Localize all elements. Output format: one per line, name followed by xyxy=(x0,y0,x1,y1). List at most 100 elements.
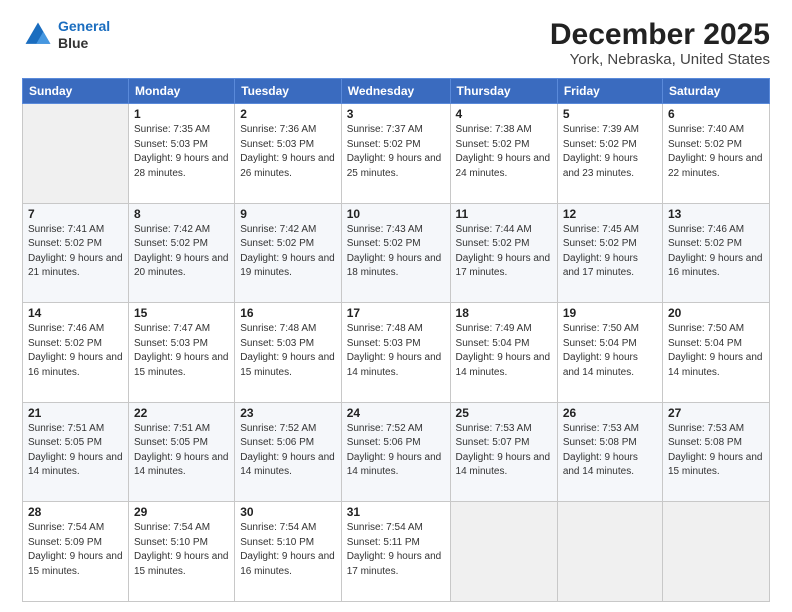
title-block: December 2025 York, Nebraska, United Sta… xyxy=(550,18,770,68)
calendar-cell xyxy=(662,502,769,602)
day-info: Sunrise: 7:39 AMSunset: 5:02 PMDaylight:… xyxy=(563,123,657,181)
day-number: 7 xyxy=(28,207,123,221)
day-number: 9 xyxy=(240,207,336,221)
day-number: 4 xyxy=(456,107,552,121)
calendar-cell: 13 Sunrise: 7:46 AMSunset: 5:02 PMDayligh… xyxy=(662,203,769,303)
calendar-cell: 30 Sunrise: 7:54 AMSunset: 5:10 PMDayligh… xyxy=(235,502,342,602)
day-header-thursday: Thursday xyxy=(450,79,557,104)
calendar-cell: 20Sunrise: 7:50 AMSunset: 5:04 PMDayligh… xyxy=(662,303,769,403)
day-number: 6 xyxy=(668,107,764,121)
day-info: Sunrise: 7:53 AMSunset: 5:08 PMDaylight:… xyxy=(563,422,657,480)
day-header-wednesday: Wednesday xyxy=(341,79,450,104)
day-info: Sunrise: 7:38 AMSunset: 5:02 PMDaylight:… xyxy=(456,123,552,181)
day-number: 25 xyxy=(456,406,552,420)
day-info: Sunrise: 7:47 AMSunset: 5:03 PMDaylight:… xyxy=(134,322,229,380)
day-info: Sunrise: 7:35 AMSunset: 5:03 PMDaylight:… xyxy=(134,123,229,181)
calendar-cell: 12 Sunrise: 7:45 AMSunset: 5:02 PMDayligh… xyxy=(557,203,662,303)
day-info: Sunrise: 7:49 AMSunset: 5:04 PMDaylight:… xyxy=(456,322,552,380)
day-number: 1 xyxy=(134,107,229,121)
day-number: 15 xyxy=(134,306,229,320)
day-info: Sunrise: 7:54 AMSunset: 5:10 PMDaylight:… xyxy=(134,521,229,579)
day-info: Sunrise: 7:37 AMSunset: 5:02 PMDaylight:… xyxy=(347,123,445,181)
logo-icon xyxy=(22,19,54,51)
week-row-2: 7 Sunrise: 7:41 AMSunset: 5:02 PMDaylight… xyxy=(23,203,770,303)
day-info: Sunrise: 7:48 AMSunset: 5:03 PMDaylight:… xyxy=(240,322,336,380)
calendar: SundayMondayTuesdayWednesdayThursdayFrid… xyxy=(22,78,770,602)
header: General Blue December 2025 York, Nebrask… xyxy=(22,18,770,68)
week-row-5: 28Sunrise: 7:54 AMSunset: 5:09 PMDayligh… xyxy=(23,502,770,602)
calendar-cell xyxy=(557,502,662,602)
day-number: 10 xyxy=(347,207,445,221)
calendar-cell: 11Sunrise: 7:44 AMSunset: 5:02 PMDayligh… xyxy=(450,203,557,303)
day-info: Sunrise: 7:50 AMSunset: 5:04 PMDaylight:… xyxy=(563,322,657,380)
day-info: Sunrise: 7:52 AMSunset: 5:06 PMDaylight:… xyxy=(240,422,336,480)
calendar-cell: 7 Sunrise: 7:41 AMSunset: 5:02 PMDaylight… xyxy=(23,203,129,303)
calendar-cell: 18Sunrise: 7:49 AMSunset: 5:04 PMDayligh… xyxy=(450,303,557,403)
day-number: 21 xyxy=(28,406,123,420)
calendar-cell: 10 Sunrise: 7:43 AMSunset: 5:02 PMDayligh… xyxy=(341,203,450,303)
day-info: Sunrise: 7:48 AMSunset: 5:03 PMDaylight:… xyxy=(347,322,445,380)
week-row-3: 14 Sunrise: 7:46 AMSunset: 5:02 PMDayligh… xyxy=(23,303,770,403)
day-number: 31 xyxy=(347,505,445,519)
day-info: Sunrise: 7:40 AMSunset: 5:02 PMDaylight:… xyxy=(668,123,764,181)
day-number: 16 xyxy=(240,306,336,320)
calendar-cell: 17Sunrise: 7:48 AMSunset: 5:03 PMDayligh… xyxy=(341,303,450,403)
day-number: 28 xyxy=(28,505,123,519)
calendar-cell: 14 Sunrise: 7:46 AMSunset: 5:02 PMDayligh… xyxy=(23,303,129,403)
day-info: Sunrise: 7:53 AMSunset: 5:07 PMDaylight:… xyxy=(456,422,552,480)
day-number: 20 xyxy=(668,306,764,320)
day-number: 19 xyxy=(563,306,657,320)
calendar-cell: 9Sunrise: 7:42 AMSunset: 5:02 PMDaylight… xyxy=(235,203,342,303)
day-info: Sunrise: 7:46 AMSunset: 5:02 PMDaylight:… xyxy=(28,322,123,380)
calendar-cell: 26 Sunrise: 7:53 AMSunset: 5:08 PMDayligh… xyxy=(557,402,662,502)
calendar-cell: 1 Sunrise: 7:35 AMSunset: 5:03 PMDaylight… xyxy=(128,104,234,204)
calendar-cell: 29 Sunrise: 7:54 AMSunset: 5:10 PMDayligh… xyxy=(128,502,234,602)
day-info: Sunrise: 7:41 AMSunset: 5:02 PMDaylight:… xyxy=(28,223,123,281)
day-info: Sunrise: 7:52 AMSunset: 5:06 PMDaylight:… xyxy=(347,422,445,480)
day-info: Sunrise: 7:42 AMSunset: 5:02 PMDaylight:… xyxy=(134,223,229,281)
calendar-cell: 24 Sunrise: 7:52 AMSunset: 5:06 PMDayligh… xyxy=(341,402,450,502)
day-info: Sunrise: 7:51 AMSunset: 5:05 PMDaylight:… xyxy=(28,422,123,480)
calendar-cell xyxy=(23,104,129,204)
day-header-sunday: Sunday xyxy=(23,79,129,104)
calendar-cell xyxy=(450,502,557,602)
calendar-cell: 8 Sunrise: 7:42 AMSunset: 5:02 PMDaylight… xyxy=(128,203,234,303)
calendar-header-row: SundayMondayTuesdayWednesdayThursdayFrid… xyxy=(23,79,770,104)
day-info: Sunrise: 7:54 AMSunset: 5:11 PMDaylight:… xyxy=(347,521,445,579)
day-number: 24 xyxy=(347,406,445,420)
day-info: Sunrise: 7:53 AMSunset: 5:08 PMDaylight:… xyxy=(668,422,764,480)
day-number: 29 xyxy=(134,505,229,519)
day-number: 30 xyxy=(240,505,336,519)
subtitle: York, Nebraska, United States xyxy=(550,51,770,68)
day-header-monday: Monday xyxy=(128,79,234,104)
day-info: Sunrise: 7:45 AMSunset: 5:02 PMDaylight:… xyxy=(563,223,657,281)
main-title: December 2025 xyxy=(550,18,770,51)
day-info: Sunrise: 7:44 AMSunset: 5:02 PMDaylight:… xyxy=(456,223,552,281)
calendar-cell: 5Sunrise: 7:39 AMSunset: 5:02 PMDaylight… xyxy=(557,104,662,204)
calendar-cell: 19 Sunrise: 7:50 AMSunset: 5:04 PMDayligh… xyxy=(557,303,662,403)
day-number: 13 xyxy=(668,207,764,221)
logo-text: General Blue xyxy=(58,18,110,52)
day-number: 26 xyxy=(563,406,657,420)
calendar-cell: 27 Sunrise: 7:53 AMSunset: 5:08 PMDayligh… xyxy=(662,402,769,502)
calendar-cell: 2Sunrise: 7:36 AMSunset: 5:03 PMDaylight… xyxy=(235,104,342,204)
day-info: Sunrise: 7:43 AMSunset: 5:02 PMDaylight:… xyxy=(347,223,445,281)
day-number: 8 xyxy=(134,207,229,221)
calendar-cell: 28Sunrise: 7:54 AMSunset: 5:09 PMDayligh… xyxy=(23,502,129,602)
calendar-cell: 25 Sunrise: 7:53 AMSunset: 5:07 PMDayligh… xyxy=(450,402,557,502)
page: General Blue December 2025 York, Nebrask… xyxy=(0,0,792,612)
calendar-cell: 16 Sunrise: 7:48 AMSunset: 5:03 PMDayligh… xyxy=(235,303,342,403)
day-number: 27 xyxy=(668,406,764,420)
day-info: Sunrise: 7:46 AMSunset: 5:02 PMDaylight:… xyxy=(668,223,764,281)
day-header-saturday: Saturday xyxy=(662,79,769,104)
day-number: 2 xyxy=(240,107,336,121)
calendar-cell: 15 Sunrise: 7:47 AMSunset: 5:03 PMDayligh… xyxy=(128,303,234,403)
calendar-cell: 3 Sunrise: 7:37 AMSunset: 5:02 PMDaylight… xyxy=(341,104,450,204)
day-number: 14 xyxy=(28,306,123,320)
calendar-cell: 21 Sunrise: 7:51 AMSunset: 5:05 PMDayligh… xyxy=(23,402,129,502)
day-number: 12 xyxy=(563,207,657,221)
day-number: 3 xyxy=(347,107,445,121)
day-info: Sunrise: 7:54 AMSunset: 5:10 PMDaylight:… xyxy=(240,521,336,579)
calendar-cell: 4 Sunrise: 7:38 AMSunset: 5:02 PMDaylight… xyxy=(450,104,557,204)
day-number: 23 xyxy=(240,406,336,420)
